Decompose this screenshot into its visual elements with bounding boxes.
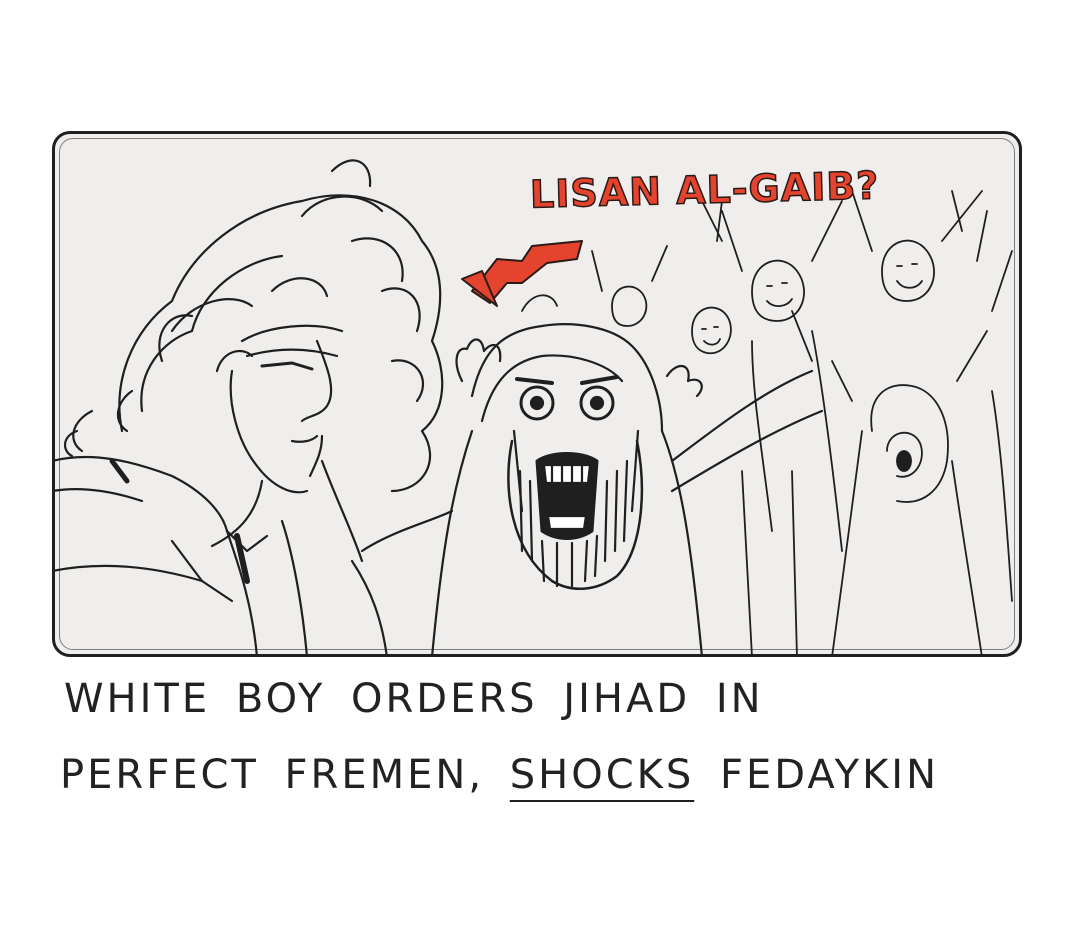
caption-line-2: PERFECT FREMEN, SHOCKS FEDAYKIN [60,752,1020,798]
red-arrow-icon [461,240,583,307]
curly-haired-figure [52,159,454,657]
lisan-al-gaib-shout: LISAN AL-GAIB? [529,163,881,218]
comic-page: LISAN AL-GAIB? WHITE BOY ORDERS JIHAD IN… [0,0,1080,929]
caption-line-2-start: PERFECT FREMEN, [60,752,510,798]
caption-line-2-end: FEDAYKIN [694,752,940,798]
caption-underlined-word: SHOCKS [509,752,695,798]
shocked-bearded-figure [430,323,824,657]
caption-line-1: WHITE BOY ORDERS JIHAD IN [64,676,764,722]
